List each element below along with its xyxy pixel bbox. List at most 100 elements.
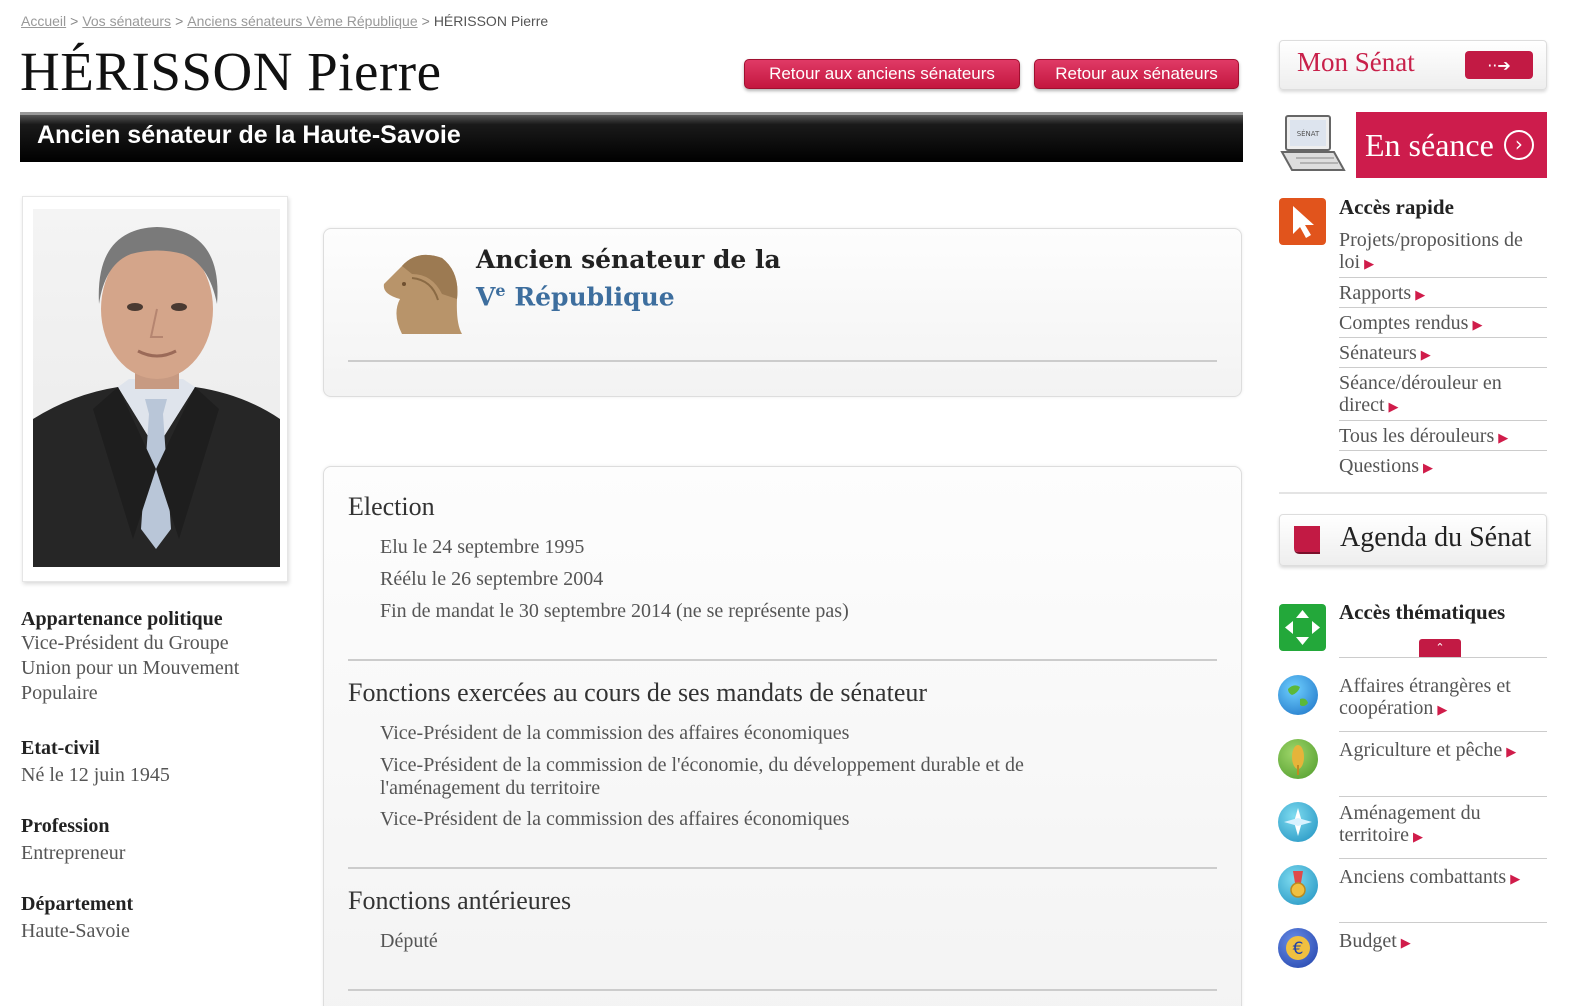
breadcrumb: Accueil > Vos sénateurs > Anciens sénateurs …: [21, 13, 548, 29]
theme-label: Aménagement du territoire: [1339, 802, 1481, 846]
arrow-right-icon: ▶: [1412, 830, 1423, 845]
laptop-icon: SÉNAT: [1280, 112, 1346, 178]
arrow-right-icon: ▶: [1498, 431, 1509, 446]
medal-icon: [1278, 865, 1318, 905]
quick-link-questions[interactable]: Questions ▶: [1339, 455, 1547, 480]
department-value: Haute-Savoie: [21, 920, 130, 942]
card-divider: [348, 360, 1217, 362]
link-divider: [1339, 922, 1547, 923]
en-seance-label: En séance: [1365, 126, 1494, 163]
theme-territory[interactable]: Aménagement du territoire ▶: [1339, 802, 1547, 849]
back-to-senators-button[interactable]: Retour aux sénateurs: [1034, 59, 1239, 89]
breadcrumb-senators-link[interactable]: Vos sénateurs: [82, 13, 171, 29]
wheat-icon: [1278, 739, 1318, 779]
arrow-right-icon: ▶: [1423, 461, 1433, 476]
political-affiliation-value: Vice-Président du Groupe Union pour un M…: [21, 632, 240, 704]
republic-card: Ancien sénateur de la Ve République: [323, 228, 1242, 397]
quick-link-label: Comptes rendus: [1339, 312, 1469, 334]
profession: Profession Entrepreneur: [21, 815, 281, 866]
agenda-label: Agenda du Sénat: [1340, 522, 1532, 553]
arrow-right-icon: ▶: [1420, 348, 1431, 363]
function-item: Vice-Président de la commission des affa…: [380, 722, 850, 744]
quick-link-projects[interactable]: Projets/propositions de loi ▶: [1339, 229, 1547, 276]
quick-link-all-unrollers[interactable]: Tous les dérouleurs ▶: [1339, 425, 1547, 450]
link-divider: [1339, 337, 1547, 338]
link-divider: [1339, 367, 1547, 368]
page-subtitle: Ancien sénateur de la Haute-Savoie: [20, 112, 1243, 162]
previous-functions-title: Fonctions antérieures: [348, 886, 572, 915]
mon-senat-label: Mon Sénat: [1297, 47, 1415, 77]
page-title: HÉRISSON Pierre: [20, 41, 442, 102]
function-item: Vice-Président de la commission des affa…: [380, 808, 850, 830]
thematic-access-title: Accès thématiques: [1339, 600, 1506, 624]
mon-senat-arrow-button[interactable]: ··➔: [1465, 51, 1533, 79]
mon-senat-box[interactable]: Mon Sénat ··➔: [1279, 40, 1547, 90]
section-divider: [348, 989, 1217, 991]
department-label: Département: [21, 893, 134, 915]
republic-card-link[interactable]: Ve République: [476, 281, 675, 311]
political-affiliation: Appartenance politique Vice-Président du…: [21, 608, 281, 706]
laptop-screen-text: SÉNAT: [1297, 129, 1320, 138]
profession-label: Profession: [21, 815, 110, 837]
euro-icon: €: [1278, 928, 1318, 968]
svg-text:€: €: [1293, 939, 1304, 959]
theme-label: Affaires étrangères et coopération: [1339, 675, 1511, 719]
book-icon: [1290, 524, 1323, 556]
agenda-button[interactable]: Agenda du Sénat: [1279, 514, 1547, 566]
marianne-icon: [372, 244, 464, 336]
breadcrumb-separator: >: [421, 13, 430, 29]
quick-link-label: Questions: [1339, 455, 1419, 477]
quick-link-reports[interactable]: Rapports ▶: [1339, 282, 1547, 307]
globe-icon: [1278, 675, 1318, 715]
collapse-icon[interactable]: ⌃: [1419, 639, 1461, 657]
republic-sup: e: [495, 281, 506, 300]
civil-status-label: Etat-civil: [21, 737, 100, 759]
republic-card-line1: Ancien sénateur de la: [476, 245, 781, 274]
arrow-right-icon: ▶: [1364, 257, 1375, 272]
quick-link-reports-sessions[interactable]: Comptes rendus ▶: [1339, 312, 1547, 337]
link-divider: [1339, 796, 1547, 797]
directions-icon: [1279, 604, 1326, 651]
election-item: Elu le 24 septembre 1995: [380, 536, 585, 558]
quick-link-label: Sénateurs: [1339, 342, 1417, 364]
quick-link-label: Tous les dérouleurs: [1339, 425, 1495, 447]
republic-word: République: [514, 282, 675, 312]
section-divider: [348, 659, 1217, 661]
breadcrumb-former-link[interactable]: Anciens sénateurs Vème République: [187, 13, 417, 29]
breadcrumb-home-link[interactable]: Accueil: [21, 13, 66, 29]
theme-veterans[interactable]: Anciens combattants ▶: [1339, 866, 1547, 891]
quick-link-live-session[interactable]: Séance/dérouleur en direct ▶: [1339, 372, 1547, 419]
breadcrumb-separator: >: [70, 13, 79, 29]
breadcrumb-separator: >: [175, 13, 184, 29]
arrow-right-icon: ▶: [1415, 288, 1426, 303]
theme-foreign-affairs[interactable]: Affaires étrangères et coopération ▶: [1339, 675, 1547, 722]
link-divider: [1339, 277, 1547, 278]
cursor-icon: [1279, 198, 1326, 245]
section-divider: [348, 867, 1217, 869]
breadcrumb-current: HÉRISSON Pierre: [433, 13, 549, 29]
quick-link-label: Rapports: [1339, 282, 1412, 304]
republic-roman: V: [476, 282, 496, 312]
link-divider: [1339, 307, 1547, 308]
sidebar-divider: [1279, 492, 1547, 494]
theme-budget[interactable]: Budget ▶: [1339, 930, 1547, 955]
back-to-former-senators-button[interactable]: Retour aux anciens sénateurs: [744, 59, 1020, 89]
functions-title: Fonctions exercées au cours de ses manda…: [348, 678, 928, 707]
link-divider: [1339, 858, 1547, 859]
election-item: Réélu le 26 septembre 2004: [380, 568, 604, 590]
arrow-right-icon: ▶: [1472, 318, 1483, 333]
arrow-right-icon: ▶: [1400, 936, 1411, 951]
election-item: Fin de mandat le 30 septembre 2014 (ne s…: [380, 600, 849, 622]
en-seance-button[interactable]: En séance ›: [1356, 112, 1547, 178]
arrow-right-icon: ▶: [1506, 745, 1517, 760]
theme-label: Budget: [1339, 930, 1397, 952]
political-affiliation-label: Appartenance politique: [21, 608, 223, 630]
function-item: Vice-Président de la commission de l'éco…: [380, 754, 1024, 799]
previous-function-item: Député: [380, 930, 438, 952]
quick-link-senators[interactable]: Sénateurs ▶: [1339, 342, 1547, 367]
senator-portrait: [33, 209, 280, 567]
link-divider: [1339, 657, 1547, 658]
theme-agriculture[interactable]: Agriculture et pêche ▶: [1339, 739, 1547, 764]
profession-value: Entrepreneur: [21, 842, 126, 864]
portrait-card: [22, 196, 288, 582]
